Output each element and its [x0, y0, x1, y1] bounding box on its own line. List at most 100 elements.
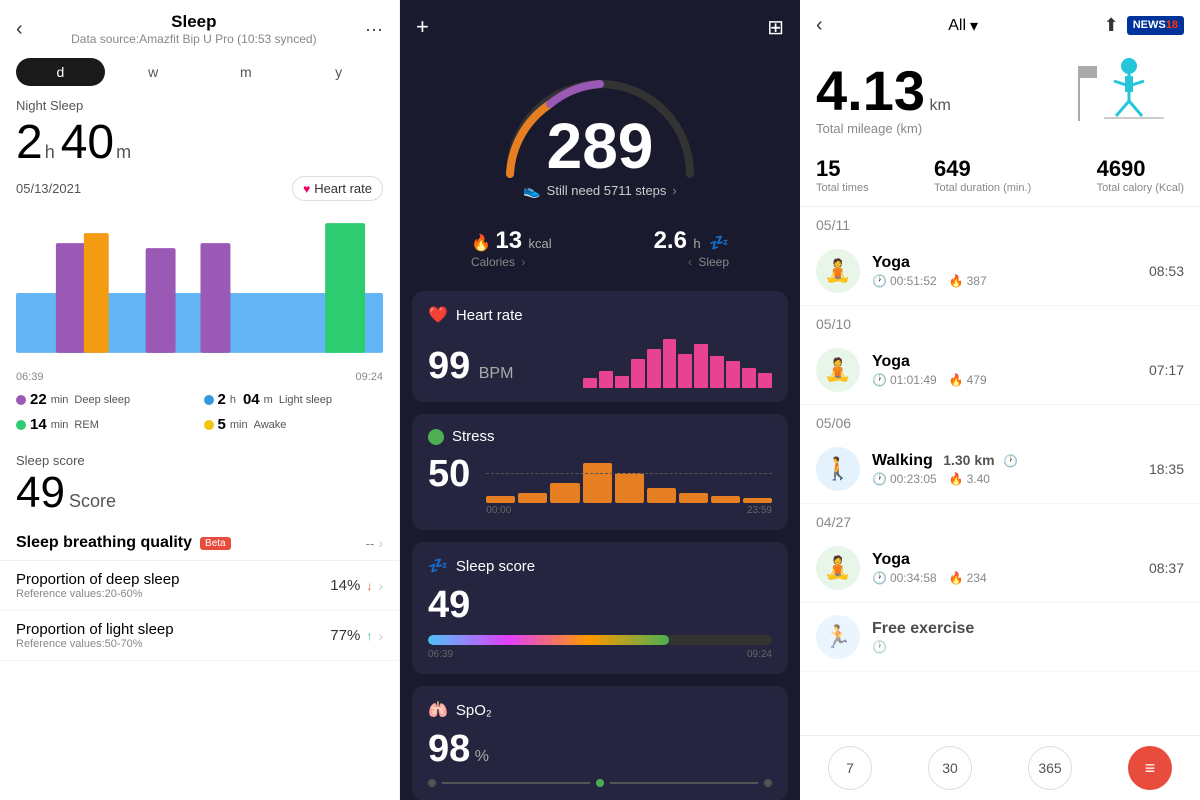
chevron-right-icon-2[interactable]: › — [378, 578, 383, 594]
clock-icon-4: 🕐 — [872, 571, 887, 585]
yoga-details-0511: 🕐 00:51:52 🔥 387 — [872, 274, 1149, 288]
heart-icon: ♥ — [303, 182, 310, 196]
hr-content: 99 BPM — [428, 333, 772, 388]
distance-value: 4.13 — [816, 59, 925, 122]
mid-plus-icon[interactable]: + — [416, 14, 429, 40]
bnr-365[interactable]: 365 — [1028, 746, 1072, 790]
calories-unit: kcal — [529, 236, 552, 251]
calories-icon: 🔥 — [471, 235, 491, 252]
stress-header: Stress — [428, 428, 772, 445]
period-tabs: d w m y — [16, 58, 383, 86]
bnr-circle-365[interactable]: 365 — [1028, 746, 1072, 790]
steps-main: 289 👟 Still need 5711 steps › — [400, 54, 800, 203]
sleep-score-icon: 💤 — [428, 556, 448, 576]
activity-yoga-0510[interactable]: 🧘 Yoga 🕐 01:01:49 🔥 479 07:17 — [800, 336, 1200, 405]
prop-ref-light: Reference values:50-70% — [16, 638, 174, 650]
activity-walk-0506[interactable]: 🚶 Walking 1.30 km 🕐 🕐 00:23:05 🔥 3.40 18… — [800, 435, 1200, 504]
heart-rate-button[interactable]: ♥ Heart rate — [292, 176, 383, 201]
heart-rate-label: Heart rate — [314, 181, 372, 196]
sleep-score-label: Sleep score — [16, 453, 383, 468]
walk-dist-icon: 🕐 — [1003, 454, 1018, 468]
stress-card: Stress 50 00:00 23:59 — [412, 414, 788, 530]
spo2-title: SpO₂ — [456, 702, 492, 719]
walk-distance: 1.30 km — [943, 452, 994, 468]
yoga-icon-0511: 🧘 — [816, 249, 860, 293]
sleep-label-text: Sleep — [698, 255, 729, 269]
sleep-label-mid: ‹ Sleep — [654, 255, 729, 269]
right-header: ‹ All ▾ ⬆ NEWS18 — [800, 0, 1200, 51]
tab-year[interactable]: y — [294, 58, 383, 86]
breathing-left: Sleep breathing quality Beta — [16, 534, 231, 552]
yoga-icon-0510: 🧘 — [816, 348, 860, 392]
prop-light-sleep: Proportion of light sleep Reference valu… — [0, 611, 399, 661]
sleep-title: Sleep — [71, 12, 316, 32]
bnr-menu[interactable]: ≡ — [1128, 746, 1172, 790]
stress-chart-container: 00:00 23:59 — [486, 453, 772, 516]
activity-free-0427[interactable]: 🏃 Free exercise 🕐 — [800, 603, 1200, 672]
tab-day[interactable]: d — [16, 58, 105, 86]
yoga-timestamp-0427: 08:37 — [1149, 560, 1184, 576]
sleep-chart-svg — [16, 213, 383, 363]
sleep-date: 05/13/2021 — [16, 181, 81, 196]
more-icon[interactable]: ··· — [365, 19, 383, 40]
summary-stats-row: 15 Total times 649 Total duration (min.)… — [800, 148, 1200, 207]
bnr-7[interactable]: 7 — [828, 746, 872, 790]
rem-value: 14 — [30, 416, 47, 433]
bnr-circle-7[interactable]: 7 — [828, 746, 872, 790]
stress-dashed-line — [486, 473, 772, 474]
mid-stats-row: 🔥 13 kcal Calories › 2.6 h 💤 ‹ Sleep — [400, 211, 800, 285]
breathing-section: Sleep breathing quality Beta -- › — [0, 522, 399, 561]
rem-unit: min — [51, 419, 69, 431]
bnr-menu-btn[interactable]: ≡ — [1128, 746, 1172, 790]
spo2-value-row: 98 % — [428, 728, 772, 771]
chart-times: 06:39 09:24 — [0, 371, 399, 383]
flame-icon-2: 🔥 — [949, 373, 964, 387]
clock-icon: 🕐 — [872, 274, 887, 288]
walk-calory-detail: 🔥 3.40 — [949, 472, 990, 486]
sleep-val-mid: 2.6 — [654, 227, 687, 254]
sleep-h-label: h — [45, 142, 55, 163]
walk-calory: 3.40 — [967, 472, 990, 486]
score-text: Score — [69, 491, 116, 512]
share-icon[interactable]: ⬆ — [1104, 15, 1119, 36]
deep-sleep-label: Deep sleep — [74, 394, 130, 406]
bnr-30[interactable]: 30 — [928, 746, 972, 790]
prop-left-deep: Proportion of deep sleep Reference value… — [16, 571, 179, 600]
light-sleep-value: 2 — [218, 391, 226, 408]
bnr-circle-30[interactable]: 30 — [928, 746, 972, 790]
prop-deep-sleep: Proportion of deep sleep Reference value… — [0, 561, 399, 611]
rem-label: REM — [74, 419, 98, 431]
back-icon-right[interactable]: ‹ — [816, 14, 823, 37]
prop-right-light: 77% ↑ › — [330, 627, 383, 644]
date-0427: 04/27 — [800, 504, 1200, 534]
spo2-icon: 🫁 — [428, 700, 448, 720]
prop-right-deep: 14% ↓ › — [330, 577, 383, 594]
total-times-val: 15 — [816, 156, 869, 182]
all-chevron-icon: ▾ — [970, 16, 978, 36]
chevron-right-icon-3[interactable]: › — [378, 628, 383, 644]
all-label: All — [948, 17, 966, 35]
activity-yoga-0427[interactable]: 🧘 Yoga 🕐 00:34:58 🔥 234 08:37 — [800, 534, 1200, 603]
dot-rem — [16, 420, 26, 430]
heart-rate-icon: ❤️ — [428, 305, 448, 325]
date-0511: 05/11 — [800, 207, 1200, 237]
walk-timestamp-0506: 18:35 — [1149, 461, 1184, 477]
tab-week[interactable]: w — [109, 58, 198, 86]
calories-chevron[interactable]: › — [521, 255, 525, 269]
total-times-stat: 15 Total times — [816, 156, 869, 194]
tab-month[interactable]: m — [202, 58, 291, 86]
yoga-details-0427: 🕐 00:34:58 🔥 234 — [872, 571, 1149, 585]
spo2-dot-1 — [428, 779, 436, 787]
back-icon[interactable]: ‹ — [16, 18, 23, 41]
yoga-name-0427: Yoga — [872, 551, 1149, 569]
sleep-chevron[interactable]: ‹ — [688, 255, 692, 269]
grid-icon[interactable]: ⊞ — [767, 15, 784, 40]
exercise-name-0427: Free exercise — [872, 620, 1184, 638]
sleep-m-label: m — [116, 142, 131, 163]
all-filter-button[interactable]: All ▾ — [948, 16, 978, 36]
deep-sleep-value: 22 — [30, 391, 47, 408]
stat-rem: 14 min REM — [16, 416, 196, 433]
activity-yoga-0511[interactable]: 🧘 Yoga 🕐 00:51:52 🔥 387 08:53 — [800, 237, 1200, 306]
chevron-right-icon[interactable]: › — [378, 535, 383, 551]
steps-panel: + ⊞ 289 👟 Still need 5711 steps › 🔥 13 k… — [400, 0, 800, 800]
